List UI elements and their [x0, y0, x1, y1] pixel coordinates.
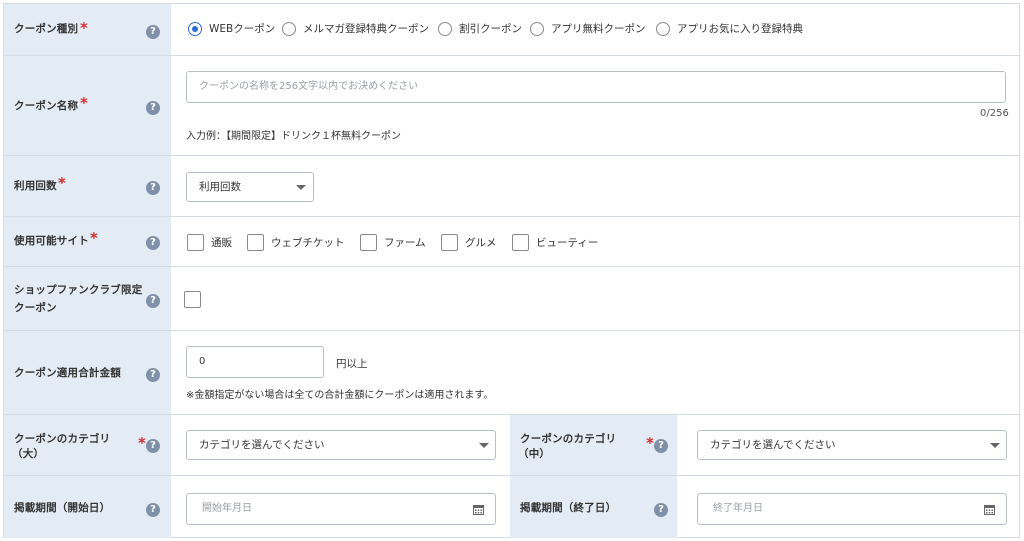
required-mark: * [138, 434, 146, 452]
coupon-type-label-cell: クーポン種別 * ? [4, 4, 171, 55]
period-row: 掲載期間（開始日） ? 開始年月日 掲載期間（終了日） ? 終了年月日 [4, 476, 1019, 538]
checkbox-label[interactable]: ファーム [384, 236, 426, 250]
min-total-row: クーポン適用合計金額 ? 0 円以上 ※金額指定がない場合は全ての合計金額にクー… [4, 331, 1019, 415]
fanclub-row: ショップファンクラブ限定 クーポン ? [4, 267, 1019, 331]
select-value: カテゴリを選んでください [199, 439, 325, 451]
fanclub-label-line1: ショップファンクラブ限定 [14, 284, 143, 296]
radio-web-coupon[interactable] [188, 22, 202, 36]
fanclub-label-line2: クーポン [14, 302, 57, 314]
radio-label[interactable]: メルマガ登録特典クーポン [303, 22, 429, 36]
period-start-label: 掲載期間（開始日） [14, 502, 111, 514]
sites-label: 使用可能サイト [14, 235, 89, 247]
checkbox-farm[interactable] [360, 234, 377, 251]
radio-discount-coupon[interactable] [438, 22, 452, 36]
required-mark: * [58, 174, 66, 192]
coupon-type-label: クーポン種別 [14, 23, 79, 35]
select-value: カテゴリを選んでください [710, 439, 836, 451]
help-icon[interactable]: ? [146, 294, 160, 308]
checkbox-label[interactable]: ウェブチケット [271, 236, 345, 250]
coupon-name-label: クーポン名称 [14, 100, 79, 112]
category-mid-select[interactable]: カテゴリを選んでください [697, 430, 1007, 460]
coupon-name-row: クーポン名称 * ? クーポンの名称を256文字以内でお決めください 0/256… [4, 56, 1019, 156]
help-icon[interactable]: ? [654, 503, 668, 517]
coupon-name-input[interactable]: クーポンの名称を256文字以内でお決めください [186, 71, 1006, 103]
radio-label[interactable]: アプリ無料クーポン [551, 22, 646, 36]
input-example-text: 入力例：【期間限定】ドリンク１杯無料クーポン [186, 131, 401, 142]
category-large-select[interactable]: カテゴリを選んでください [186, 430, 496, 460]
required-mark: * [646, 434, 654, 452]
usage-count-label-cell: 利用回数 * ? [4, 156, 171, 216]
fanclub-field [171, 267, 1019, 330]
help-icon[interactable]: ? [146, 181, 160, 195]
checkbox-fanclub-only[interactable] [184, 291, 201, 308]
checkbox-label[interactable]: グルメ [465, 236, 497, 250]
char-counter: 0/256 [980, 108, 1009, 119]
checkbox-label[interactable]: 通販 [211, 236, 232, 250]
period-end-label-cell: 掲載期間（終了日） ? [510, 476, 677, 538]
required-mark: * [80, 19, 88, 37]
fanclub-label-cell: ショップファンクラブ限定 クーポン ? [4, 267, 171, 330]
calendar-icon[interactable] [984, 504, 995, 515]
checkbox-beauty[interactable] [512, 234, 529, 251]
required-mark: * [90, 229, 98, 247]
usage-count-select[interactable]: 利用回数 [186, 172, 314, 202]
input-placeholder: 終了年月日 [713, 503, 763, 514]
help-icon[interactable]: ? [146, 25, 160, 39]
coupon-form: クーポン種別 * ? WEBクーポン メルマガ登録特典クーポン 割引クーポン ア… [3, 3, 1020, 538]
coupon-name-field: クーポンの名称を256文字以内でお決めください 0/256 入力例：【期間限定】… [171, 56, 1019, 155]
category-large-label-cell: クーポンのカテゴリ （大） * ? [4, 415, 171, 475]
min-total-note: ※金額指定がない場合は全ての合計金額にクーポンは適用されます。 [186, 390, 494, 401]
period-end-input[interactable]: 終了年月日 [697, 493, 1007, 525]
period-end-label: 掲載期間（終了日） [520, 502, 617, 514]
usage-count-row: 利用回数 * ? 利用回数 [4, 156, 1019, 217]
category-large-label-line2: （大） [12, 448, 45, 460]
category-mid-label-line2: （中） [518, 448, 551, 460]
help-icon[interactable]: ? [146, 503, 160, 517]
min-total-unit: 円以上 [336, 358, 368, 370]
radio-app-free-coupon[interactable] [530, 22, 544, 36]
chevron-down-icon [479, 443, 489, 448]
category-row: クーポンのカテゴリ （大） * ? カテゴリを選んでください クーポンのカテゴリ… [4, 415, 1019, 476]
radio-label[interactable]: アプリお気に入り登録特典 [677, 22, 803, 36]
help-icon[interactable]: ? [146, 236, 160, 250]
checkbox-gourmet[interactable] [441, 234, 458, 251]
coupon-type-options: WEBクーポン メルマガ登録特典クーポン 割引クーポン アプリ無料クーポン アプ… [171, 4, 1019, 55]
required-mark: * [80, 94, 88, 112]
coupon-name-label-cell: クーポン名称 * ? [4, 56, 171, 155]
help-icon[interactable]: ? [146, 101, 160, 115]
usage-count-label: 利用回数 [14, 180, 57, 192]
radio-label[interactable]: 割引クーポン [459, 22, 522, 36]
coupon-type-row: クーポン種別 * ? WEBクーポン メルマガ登録特典クーポン 割引クーポン ア… [4, 4, 1019, 56]
category-mid-label-cell: クーポンのカテゴリ （中） * ? [510, 415, 677, 475]
chevron-down-icon [990, 443, 1000, 448]
min-total-field: 0 円以上 ※金額指定がない場合は全ての合計金額にクーポンは適用されます。 [171, 331, 1019, 414]
radio-mailmag-coupon[interactable] [282, 22, 296, 36]
min-total-label-cell: クーポン適用合計金額 ? [4, 331, 171, 414]
radio-app-favorite-coupon[interactable] [656, 22, 670, 36]
sites-row: 使用可能サイト * ? 通販 ウェブチケット ファーム グルメ ビューティー [4, 217, 1019, 267]
help-icon[interactable]: ? [146, 368, 160, 382]
select-value: 利用回数 [199, 181, 241, 193]
chevron-down-icon [296, 185, 306, 190]
calendar-icon[interactable] [473, 504, 484, 515]
help-icon[interactable]: ? [146, 439, 160, 453]
min-total-input[interactable]: 0 [186, 346, 324, 378]
min-total-label: クーポン適用合計金額 [14, 367, 121, 379]
sites-label-cell: 使用可能サイト * ? [4, 217, 171, 266]
checkbox-web-ticket[interactable] [247, 234, 264, 251]
input-placeholder: 開始年月日 [202, 503, 252, 514]
usage-count-field: 利用回数 [171, 156, 1019, 216]
period-start-input[interactable]: 開始年月日 [186, 493, 496, 525]
radio-label[interactable]: WEBクーポン [209, 22, 275, 36]
checkbox-label[interactable]: ビューティー [536, 236, 598, 250]
sites-options: 通販 ウェブチケット ファーム グルメ ビューティー [171, 217, 1019, 266]
checkbox-tsuhan[interactable] [187, 234, 204, 251]
period-start-label-cell: 掲載期間（開始日） ? [4, 476, 171, 538]
help-icon[interactable]: ? [654, 439, 668, 453]
